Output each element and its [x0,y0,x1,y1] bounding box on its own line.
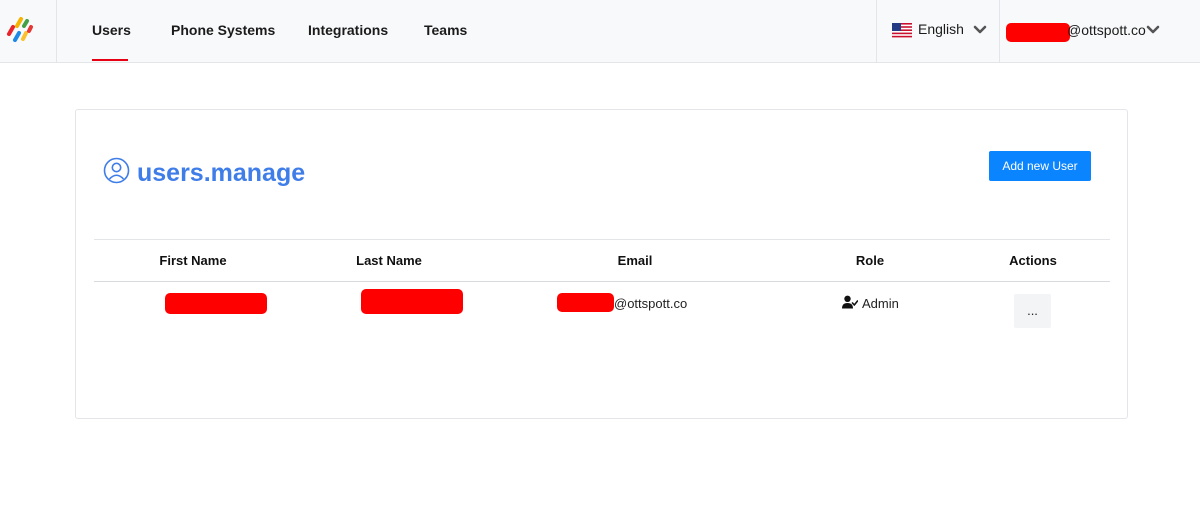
language-selector[interactable]: English [876,0,1000,62]
tab-phone-systems[interactable]: Phone Systems [171,0,275,62]
account-menu[interactable]: @ottspott.co [1001,0,1200,62]
column-header-first-name: First Name [159,253,227,268]
account-email: @ottspott.co [1067,22,1146,38]
role-cell: Admin [862,296,899,311]
page-title: users.manage [137,159,306,187]
tab-users[interactable]: Users [92,0,131,62]
us-flag-icon [892,23,912,38]
redacted-first-name [165,293,267,314]
column-header-role: Role [855,253,885,268]
add-user-button[interactable]: Add new User [989,151,1091,181]
user-circle-icon [103,157,130,184]
users-card: users.manage Add new User First Name Las… [75,109,1128,419]
email-cell: @ottspott.co [614,296,688,311]
redacted-last-name [361,289,463,314]
language-label: English [918,21,964,37]
tab-integrations[interactable]: Integrations [308,0,388,62]
table-header: First Name Last Name Email Role Actions [94,239,1110,282]
user-check-icon [842,295,858,309]
app-logo[interactable] [0,0,57,62]
column-header-email: Email [617,253,653,268]
chevron-down-icon [1146,25,1160,34]
chevron-down-icon [973,25,987,34]
column-header-actions: Actions [1009,253,1057,268]
logo-icon [7,17,33,42]
row-actions-button[interactable]: ... [1014,294,1051,328]
users-table: First Name Last Name Email Role Actions … [94,239,1110,342]
table-row: @ottspott.co Admin ... [94,282,1110,342]
top-navigation-bar: Users Phone Systems Integrations Teams E… [0,0,1200,63]
redacted-email-local-part [557,293,614,312]
column-header-last-name: Last Name [356,253,422,268]
redacted-account-name [1006,23,1070,42]
tab-teams[interactable]: Teams [424,0,467,62]
